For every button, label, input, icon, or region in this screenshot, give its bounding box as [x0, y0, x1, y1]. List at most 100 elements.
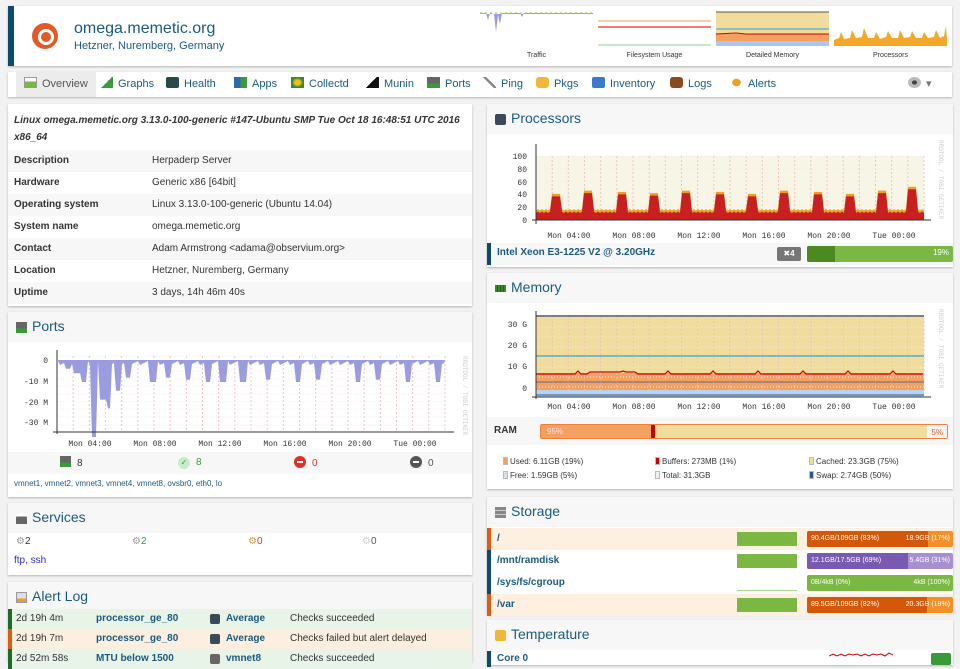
processors-panel: Processors 100 80 60 40 20 0 Mon 04:00 Mon 08:… — [487, 104, 953, 267]
cpu-row[interactable]: Intel Xeon E3-1225 V2 @ 3.20GHz ✖4 19% — [487, 243, 953, 265]
ram-usage-bar: 95% 5% — [540, 424, 948, 439]
services-list[interactable]: ftp, ssh — [14, 555, 46, 566]
device-header: omega.memetic.org Hetzner, Nuremberg, Ge… — [8, 6, 952, 66]
info-value: Generic x86 [64bit] — [152, 177, 236, 188]
tab-health[interactable]: Health — [166, 72, 216, 97]
tab-ping[interactable]: Ping — [483, 72, 523, 97]
thermometer-icon — [495, 630, 506, 641]
processors-graph[interactable]: 100 80 60 40 20 0 Mon 04:00 Mon 08:00 Mon 12:00… — [487, 134, 953, 242]
info-value: Hetzner, Nuremberg, Germany — [152, 265, 289, 276]
panel-title[interactable]: Storage — [511, 503, 560, 519]
alert-row[interactable]: 2d 19h 4m processor_ge_80 Average Checks… — [8, 609, 472, 629]
services-ignored[interactable]: ⚙0 — [362, 536, 377, 547]
ports-list[interactable]: vmnet1, vmnet2, vmnet3, vmnet4, vmnet8, … — [14, 479, 222, 488]
storage-usage-bar: 90.4GB/109GB (83%) 18.9GB (17%) — [807, 531, 953, 547]
mount-point[interactable]: / — [497, 528, 500, 550]
storage-used-label: 0B/4kB (0%) — [811, 579, 851, 586]
storage-sparkline — [737, 590, 797, 591]
alert-entity-link[interactable]: Average — [226, 609, 265, 629]
alert-row[interactable]: 2d 19h 7m processor_ge_80 Average Checks… — [8, 629, 472, 649]
info-value: 3 days, 14h 46m 40s — [152, 287, 245, 298]
device-hostname[interactable]: omega.memetic.org — [74, 20, 215, 38]
minigraph-traffic[interactable]: Traffic — [480, 10, 593, 62]
cpu-usage-fill — [807, 246, 835, 262]
x-tick-label: Mon 20:00 — [807, 232, 850, 241]
minigraph-processors[interactable]: Processors — [834, 10, 947, 62]
alert-check-link[interactable]: MTU below 1500 — [96, 649, 174, 669]
alert-entity-link[interactable]: vmnet8 — [226, 649, 261, 669]
alert-check-link[interactable]: processor_ge_80 — [96, 609, 178, 629]
clipboard-alert-icon — [16, 592, 27, 603]
tab-overview[interactable]: Overview — [16, 72, 96, 97]
info-key: Contact — [14, 243, 52, 254]
alert-row[interactable]: 2d 52m 58s MTU below 1500 vmnet8 Checks … — [8, 649, 472, 669]
tab-collectd[interactable]: Collectd — [291, 72, 349, 97]
x-tick-label: Tue 00:00 — [393, 440, 436, 449]
tab-apps[interactable]: Apps — [234, 72, 277, 97]
legend-swatch — [503, 457, 508, 465]
tab-munin[interactable]: Munin — [366, 72, 414, 97]
settings-dropdown[interactable]: ▾ — [908, 72, 932, 97]
storage-row[interactable]: /var 89.5GB/109GB (82%) 20.3GB (18%) — [487, 594, 953, 616]
y-tick-label: 80 — [517, 166, 527, 175]
minigraph-memory[interactable]: Detailed Memory — [716, 10, 829, 62]
info-key: Uptime — [14, 287, 48, 298]
temperature-badge — [931, 653, 951, 665]
info-key: Description — [14, 155, 70, 166]
tab-pkgs[interactable]: Pkgs — [536, 72, 578, 97]
info-key: Location — [14, 265, 56, 276]
services-total[interactable]: ⚙2 — [16, 536, 31, 547]
rrdtool-watermark: RRDTOOL / TOBI OETIKER — [937, 309, 944, 389]
memory-legend-item: Buffers: 273MB (1%) — [655, 457, 736, 466]
tab-logs[interactable]: Logs — [670, 72, 712, 97]
storage-usage-bar: 0B/4kB (0%) 4kB (100%) — [807, 575, 953, 591]
ports-icon — [427, 77, 440, 88]
ports-traffic-graph[interactable]: 0 -10 M -20 M -30 M Mon 04:00 Mon 08:00 Mon 1… — [8, 342, 472, 450]
alert-entity-link[interactable]: Average — [226, 629, 265, 649]
ports-down[interactable]: 0 — [294, 456, 318, 470]
tab-inventory[interactable]: Inventory — [592, 72, 655, 97]
storage-free-label: 5.4GB (31%) — [909, 557, 950, 564]
panel-title[interactable]: Ports — [32, 318, 65, 334]
cpu-name[interactable]: Intel Xeon E3-1225 V2 @ 3.20GHz — [497, 247, 655, 258]
storage-sparkline — [737, 532, 797, 546]
info-row: Contact Adam Armstrong <adama@observium.o… — [8, 238, 472, 260]
alert-log-panel: Alert Log 2d 19h 4m processor_ge_80 Aver… — [8, 582, 472, 669]
tab-ports[interactable]: Ports — [427, 72, 471, 97]
services-up[interactable]: ⚙2 — [132, 536, 147, 547]
tab-alerts[interactable]: Alerts — [730, 72, 776, 97]
minigraph-label: Filesystem Usage — [626, 52, 683, 59]
info-value: Linux 3.13.0-100-generic (Ubuntu 14.04) — [152, 199, 333, 210]
ports-up[interactable]: ✓ 8 — [178, 456, 202, 470]
mount-point[interactable]: /mnt/ramdisk — [497, 550, 559, 572]
port-icon — [210, 654, 220, 664]
gear-icon — [908, 77, 921, 88]
storage-row[interactable]: / 90.4GB/109GB (83%) 18.9GB (17%) — [487, 528, 953, 550]
storage-row[interactable]: /sys/fs/cgroup 0B/4kB (0%) 4kB (100%) — [487, 572, 953, 594]
tab-graphs[interactable]: Graphs — [100, 72, 154, 97]
ports-total[interactable]: 8 — [60, 456, 83, 470]
panel-title[interactable]: Temperature — [511, 626, 590, 642]
health-icon — [166, 77, 179, 88]
alert-check-link[interactable]: processor_ge_80 — [96, 629, 178, 649]
check-icon: ✓ — [178, 457, 190, 469]
panel-title[interactable]: Alert Log — [32, 588, 88, 604]
sensor-name[interactable]: Core 0 — [497, 653, 528, 664]
ports-disabled[interactable]: 0 — [410, 456, 434, 470]
services-down[interactable]: ⚙0 — [248, 536, 263, 547]
storage-row[interactable]: /mnt/ramdisk 12.1GB/17.5GB (69%) 5.4GB (… — [487, 550, 953, 572]
temperature-row[interactable]: Core 0 — [487, 651, 953, 667]
info-row: Description Herpaderp Server — [8, 150, 472, 172]
panel-title[interactable]: Processors — [511, 110, 581, 126]
minus-circle-icon — [294, 456, 306, 468]
memory-graph[interactable]: 30 G 20 G 10 G 0 Mon 04:00 Mon 08:00 Mon 12:0… — [487, 303, 953, 413]
panel-header: Temperature — [487, 620, 953, 650]
panel-title[interactable]: Services — [32, 509, 86, 525]
mount-point[interactable]: /var — [497, 594, 515, 616]
minus-circle-icon — [410, 456, 422, 468]
mount-point[interactable]: /sys/fs/cgroup — [497, 572, 565, 594]
x-tick-label: Mon 20:00 — [807, 403, 850, 412]
panel-title[interactable]: Memory — [511, 279, 562, 295]
minigraph-filesystem[interactable]: Filesystem Usage — [598, 10, 711, 62]
temperature-sparkline — [829, 652, 893, 657]
